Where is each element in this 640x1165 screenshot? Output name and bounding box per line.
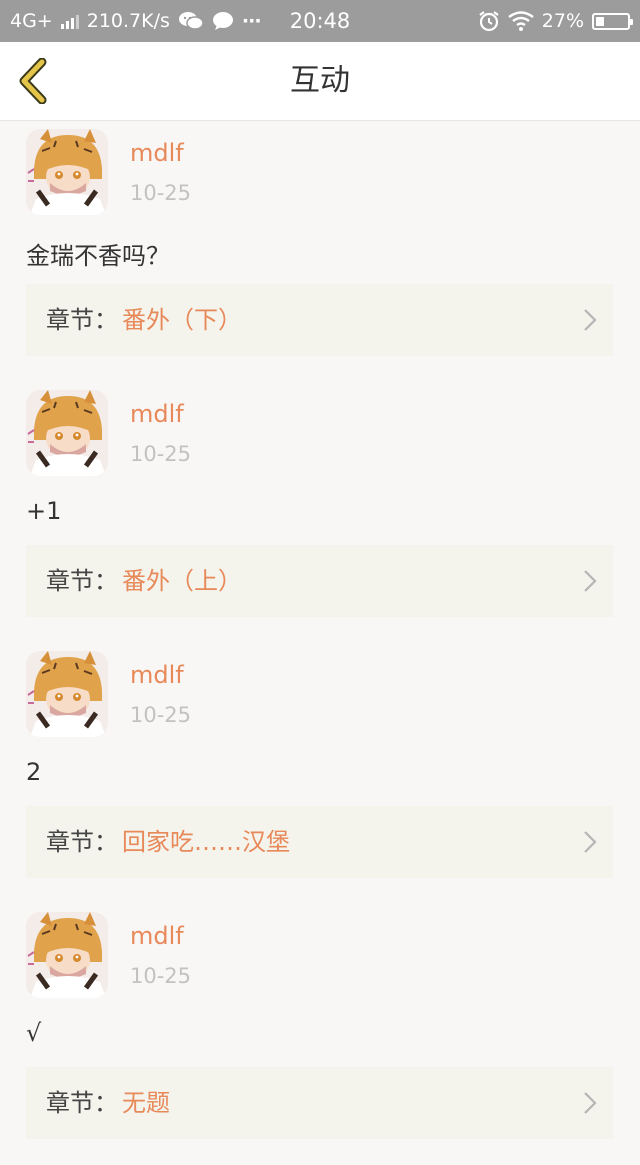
avatar[interactable] [26, 651, 108, 737]
chevron-right-icon [584, 831, 597, 853]
interaction-feed: mdlf 10-25 金瑞不香吗？ 章节： 番外（下） mdlf 10-25 +… [0, 121, 640, 1165]
feed-item: mdlf 10-25 金瑞不香吗？ 章节： 番外（下） [0, 121, 640, 382]
post-date: 10-25 [130, 181, 192, 205]
chapter-name: 回家吃……汉堡 [122, 828, 290, 856]
comment-text: 金瑞不香吗？ [26, 242, 170, 270]
alarm-icon [479, 11, 499, 32]
chapter-label: 章节： [46, 567, 118, 595]
avatar[interactable] [26, 390, 108, 476]
username[interactable]: mdlf [130, 400, 184, 428]
chapter-name: 番外（下） [122, 306, 242, 334]
chapter-link[interactable]: 章节： 无题 [26, 1067, 613, 1139]
feed-item: mdlf 10-25 2 章节： 回家吃……汉堡 [0, 643, 640, 904]
chapter-name: 番外（上） [122, 567, 242, 595]
username[interactable]: mdlf [130, 139, 184, 167]
chevron-right-icon [584, 309, 597, 331]
comment-text: √ [26, 1019, 42, 1047]
page-title: 互动 [290, 63, 350, 98]
chapter-name: 无题 [122, 1089, 170, 1117]
chapter-label: 章节： [46, 828, 118, 856]
username[interactable]: mdlf [130, 922, 184, 950]
chapter-link[interactable]: 章节： 番外（上） [26, 545, 613, 617]
battery-percent: 27% [541, 10, 584, 32]
username[interactable]: mdlf [130, 661, 184, 689]
chapter-label: 章节： [46, 306, 118, 334]
feed-item: mdlf 10-25 √ 章节： 无题 [0, 904, 640, 1165]
battery-icon [592, 12, 633, 30]
chevron-right-icon [584, 570, 597, 592]
chevron-right-icon [584, 1092, 597, 1114]
status-bar: 4G+ 210.7K/s ··· 20:48 27% [0, 0, 640, 42]
comment-text: +1 [26, 497, 62, 525]
post-date: 10-25 [130, 442, 192, 466]
chapter-label: 章节： [46, 1089, 118, 1117]
avatar[interactable] [26, 129, 108, 215]
feed-item: mdlf 10-25 +1 章节： 番外（上） [0, 382, 640, 643]
avatar[interactable] [26, 912, 108, 998]
wifi-icon [508, 11, 534, 31]
chapter-link[interactable]: 章节： 回家吃……汉堡 [26, 806, 613, 878]
post-date: 10-25 [130, 964, 192, 988]
nav-bar: 互动 [0, 42, 640, 121]
chapter-link[interactable]: 章节： 番外（下） [26, 284, 613, 356]
comment-text: 2 [26, 758, 42, 786]
post-date: 10-25 [130, 703, 192, 727]
status-right: 27% [478, 0, 633, 42]
